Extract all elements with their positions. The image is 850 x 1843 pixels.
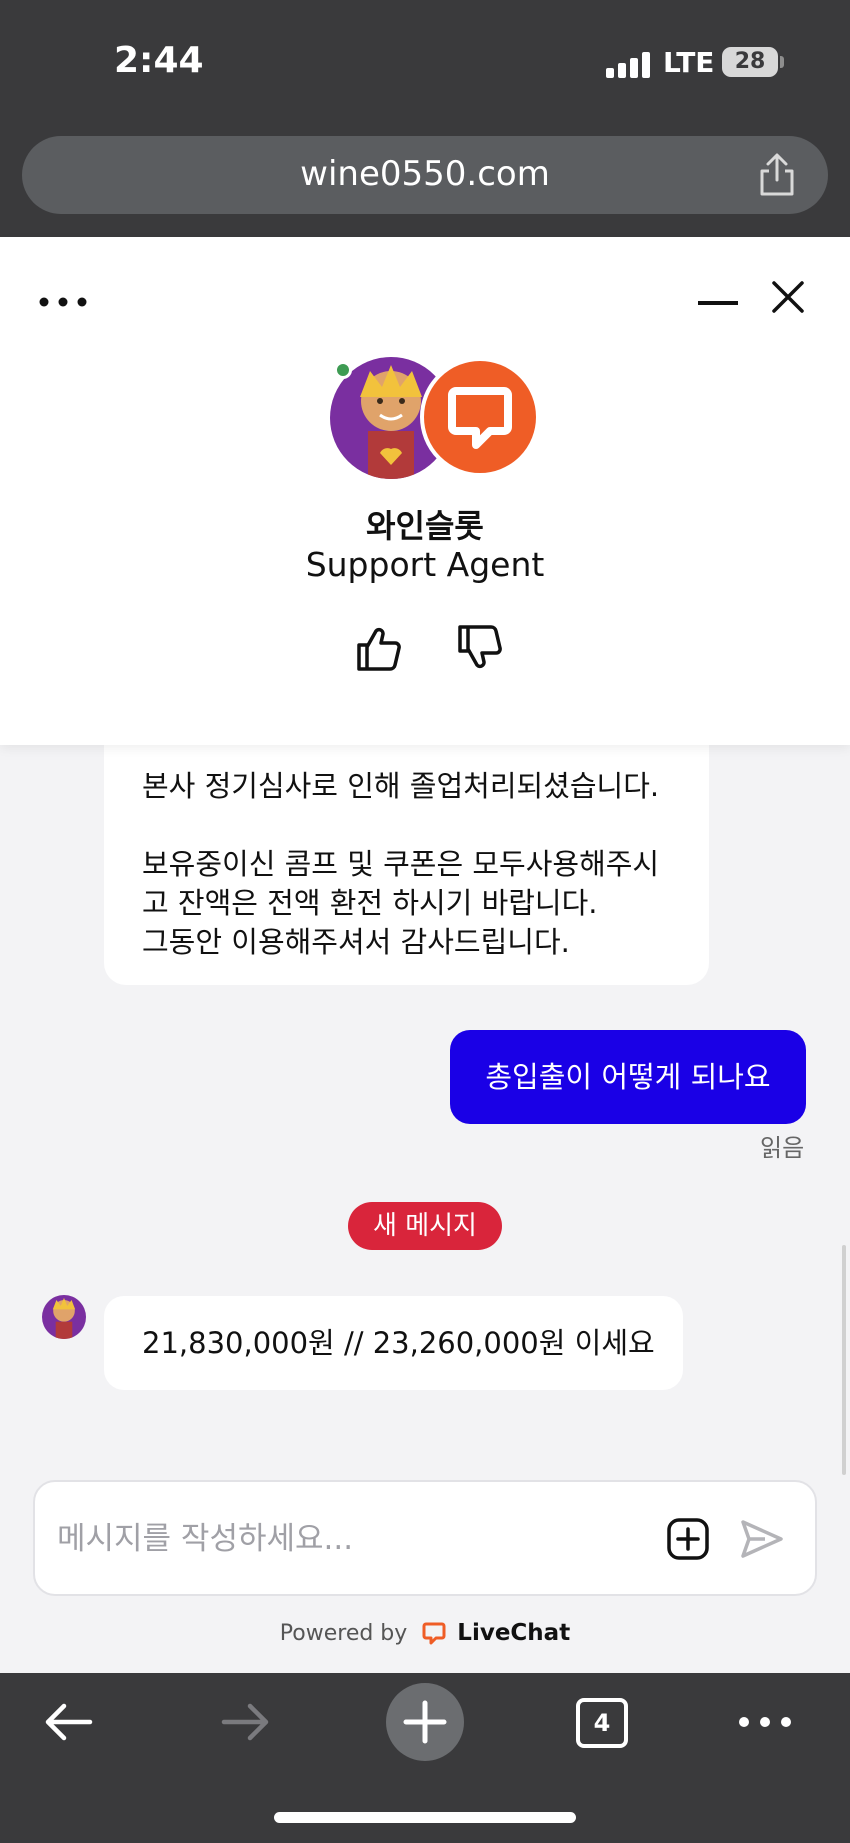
plus-icon (403, 1700, 447, 1744)
send-icon[interactable] (739, 1516, 785, 1562)
new-tab-button[interactable] (386, 1683, 464, 1761)
battery-icon: 28 (722, 47, 778, 77)
user-message-bubble: 총입출이 어떻게 되나요 (450, 1030, 806, 1124)
address-bar[interactable]: wine0550.com (22, 136, 828, 214)
tabs-button[interactable]: 4 (576, 1698, 628, 1748)
scrollbar[interactable] (842, 1245, 846, 1475)
chat-header: 와인슬롯 Support Agent (0, 237, 850, 745)
more-icon[interactable] (738, 1712, 792, 1732)
url-text: wine0550.com (300, 154, 550, 194)
message-text: 그동안 이용해주셔서 감사드립니다. (142, 925, 570, 959)
more-options-icon[interactable] (38, 292, 88, 312)
thumbs-down-icon[interactable] (455, 623, 505, 673)
agent-message-bubble: 21,830,000원 // 23,260,000원 이세요 (104, 1296, 683, 1390)
message-text: 보유중이신 콤프 및 쿠폰은 모두사용해주시 (142, 847, 660, 881)
back-arrow-icon[interactable] (42, 1700, 94, 1744)
powered-by: Powered by LiveChat (0, 1620, 850, 1646)
message-text: 고 잔액은 전액 환전 하시기 바랍니다. (142, 886, 598, 920)
close-icon[interactable] (768, 277, 808, 317)
livechat-brand[interactable]: LiveChat (457, 1620, 570, 1646)
signal-icon (606, 52, 650, 78)
message-composer (33, 1480, 817, 1596)
minimize-icon[interactable] (698, 297, 738, 307)
message-input[interactable] (57, 1516, 617, 1562)
livechat-logo-icon (420, 357, 540, 477)
network-label: LTE (663, 46, 715, 79)
new-message-badge[interactable]: 새 메시지 (348, 1202, 502, 1250)
livechat-mini-icon (422, 1622, 446, 1645)
agent-avatar-small (42, 1295, 86, 1339)
thumbs-up-icon[interactable] (354, 623, 404, 673)
agent-message-bubble: 본사 정기심사로 인해 졸업처리되셨습니다. 보유중이신 콤프 및 쿠폰은 모두… (104, 745, 709, 985)
status-time: 2:44 (114, 40, 204, 81)
share-icon[interactable] (752, 150, 802, 200)
online-status-dot (334, 361, 352, 379)
forward-arrow-icon[interactable] (220, 1700, 272, 1744)
agent-name: 와인슬롯 (366, 507, 484, 545)
message-list[interactable]: 본사 정기심사로 인해 졸업처리되셨습니다. 보유중이신 콤프 및 쿠폰은 모두… (0, 745, 850, 1485)
home-indicator[interactable] (274, 1812, 576, 1823)
read-receipt: 읽음 (760, 1134, 805, 1162)
agent-role: Support Agent (305, 545, 545, 584)
message-text: 본사 정기심사로 인해 졸업처리되셨습니다. (142, 769, 660, 803)
powered-by-label: Powered by (279, 1621, 408, 1646)
add-attachment-icon[interactable] (665, 1516, 711, 1562)
battery-tip (780, 56, 784, 68)
